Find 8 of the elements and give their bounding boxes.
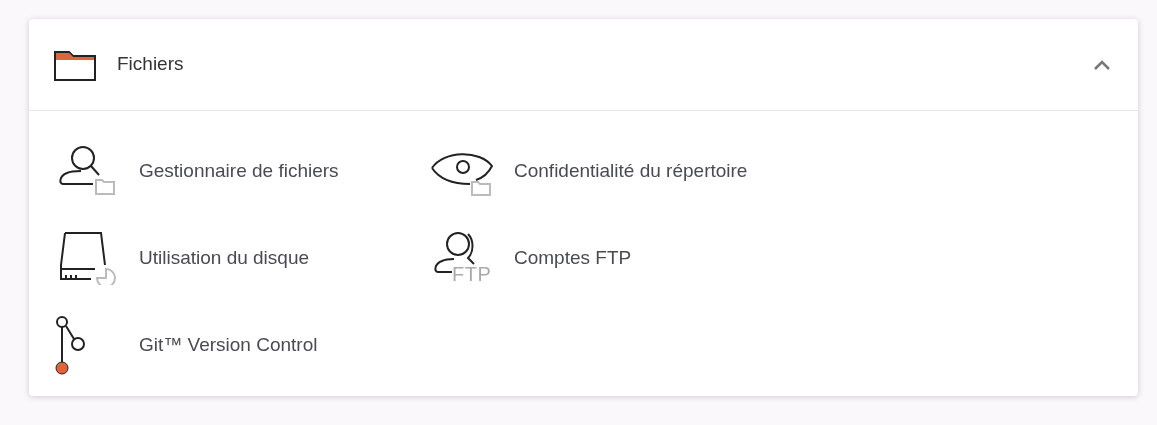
chevron-icon <box>1093 58 1111 71</box>
git-branch-icon <box>55 315 85 375</box>
tool-link[interactable]: Git™ Version Control <box>139 330 318 360</box>
tool-link[interactable]: Comptes FTP <box>514 243 632 273</box>
tool-link[interactable]: Confidentialité du répertoire <box>514 156 748 186</box>
tool-link[interactable]: Utilisation du disque <box>139 243 310 273</box>
tool-link[interactable]: Gestionnaire de fichiers <box>139 156 339 186</box>
panel-title: Fichiers <box>117 52 184 77</box>
